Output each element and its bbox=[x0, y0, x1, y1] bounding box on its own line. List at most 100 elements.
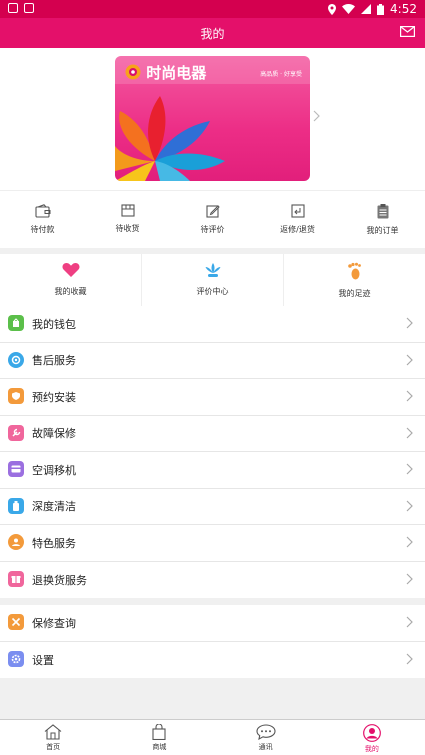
menu-label: 空调移机 bbox=[32, 463, 76, 477]
hand-icon bbox=[8, 534, 24, 550]
petal-graphic bbox=[115, 96, 225, 181]
brand-slogan: 高品质 · 好享受 bbox=[260, 71, 302, 78]
chevron-right-icon bbox=[406, 616, 413, 628]
footprint-icon bbox=[347, 262, 361, 280]
order-pending-receipt[interactable]: 待收货 bbox=[85, 191, 170, 248]
lotus-icon bbox=[205, 263, 220, 277]
card-icon bbox=[8, 461, 24, 477]
shortcut-reviews[interactable]: 评价中心 bbox=[142, 254, 284, 306]
order-all[interactable]: 我的订单 bbox=[340, 191, 425, 248]
tools-icon bbox=[8, 614, 24, 630]
banner-next-icon[interactable] bbox=[313, 110, 320, 122]
menu-returns[interactable]: 退换货服务 bbox=[0, 562, 425, 599]
edit-icon bbox=[205, 205, 220, 218]
tab-mine[interactable]: 我的 bbox=[319, 720, 425, 755]
tab-home[interactable]: 首页 bbox=[0, 720, 106, 755]
box-icon bbox=[120, 204, 135, 217]
tab-messages[interactable]: 通讯 bbox=[213, 720, 319, 755]
heart-icon bbox=[62, 263, 79, 277]
bag-icon bbox=[152, 724, 166, 740]
status-bar: 4:52 bbox=[0, 0, 425, 18]
chevron-right-icon bbox=[406, 463, 413, 475]
menu-label: 保修查询 bbox=[32, 616, 76, 630]
brand-name: 时尚电器 bbox=[125, 62, 206, 83]
menu-label: 设置 bbox=[32, 653, 54, 667]
battery-icon bbox=[377, 3, 385, 15]
order-return[interactable]: 返修/退货 bbox=[255, 191, 340, 248]
menu-repair[interactable]: 故障保修 bbox=[0, 416, 425, 452]
shortcut-label: 我的足迹 bbox=[338, 289, 371, 298]
page-title: 我的 bbox=[200, 27, 225, 41]
brand-text: 时尚电器 bbox=[146, 64, 207, 82]
signal-icon bbox=[361, 4, 372, 14]
wrench-icon bbox=[8, 424, 24, 441]
settings-menu: 保修查询 设置 bbox=[0, 605, 425, 678]
bottle-icon bbox=[8, 497, 24, 514]
location-icon bbox=[328, 3, 337, 15]
home-icon bbox=[44, 724, 62, 740]
chat-icon bbox=[256, 724, 276, 740]
menu-warranty-lookup[interactable]: 保修查询 bbox=[0, 605, 425, 642]
menu-label: 售后服务 bbox=[32, 354, 76, 368]
order-label: 返修/退货 bbox=[280, 225, 315, 234]
chevron-right-icon bbox=[406, 390, 413, 402]
notification-icons bbox=[8, 3, 34, 13]
chevron-right-icon bbox=[406, 500, 413, 511]
settings-icon bbox=[8, 650, 24, 667]
user-icon bbox=[362, 724, 381, 742]
menu-deep-cleaning[interactable]: 深度清洁 bbox=[0, 489, 425, 525]
order-label: 待付款 bbox=[30, 225, 55, 234]
clipboard-icon bbox=[377, 204, 388, 219]
menu-ac-relocation[interactable]: 空调移机 bbox=[0, 452, 425, 489]
mail-icon[interactable] bbox=[400, 26, 415, 37]
gear-icon bbox=[8, 351, 24, 368]
banner: 时尚电器 高品质 · 好享受 bbox=[0, 48, 425, 190]
chevron-right-icon bbox=[406, 317, 413, 329]
bottom-tab-bar: 首页 商城 通讯 我的 bbox=[0, 719, 425, 755]
service-menu: 我的钱包 售后服务 预约安装 故障保修 空调移机 深度清洁 特色服务 退换货服务 bbox=[0, 306, 425, 598]
order-shortcuts: 待付款 待收货 待评价 返修/退货 我的订单 bbox=[0, 190, 425, 248]
chevron-right-icon bbox=[406, 354, 413, 365]
chevron-right-icon bbox=[406, 536, 413, 548]
tab-label: 首页 bbox=[46, 743, 61, 751]
menu-settings[interactable]: 设置 bbox=[0, 642, 425, 679]
menu-label: 故障保修 bbox=[32, 427, 76, 441]
tab-label: 通讯 bbox=[258, 743, 273, 751]
header: 我的 bbox=[0, 18, 425, 48]
order-label: 待收货 bbox=[115, 224, 140, 233]
shield-icon bbox=[8, 388, 24, 404]
menu-label: 深度清洁 bbox=[32, 500, 76, 514]
shortcut-favorites[interactable]: 我的收藏 bbox=[0, 254, 142, 306]
notification-icon bbox=[8, 3, 18, 13]
quick-shortcuts: 我的收藏 评价中心 我的足迹 bbox=[0, 254, 425, 306]
chevron-right-icon bbox=[406, 427, 413, 438]
tab-label: 我的 bbox=[364, 745, 379, 753]
notification-icon bbox=[24, 3, 34, 13]
tab-mall[interactable]: 商城 bbox=[106, 720, 212, 755]
wallet-icon bbox=[34, 204, 50, 218]
gift-icon bbox=[8, 570, 24, 587]
order-pending-review[interactable]: 待评价 bbox=[170, 191, 255, 248]
logo-flower-icon bbox=[125, 64, 141, 80]
menu-wallet[interactable]: 我的钱包 bbox=[0, 306, 425, 343]
menu-label: 退换货服务 bbox=[32, 573, 87, 587]
brand-card[interactable]: 时尚电器 高品质 · 好享受 bbox=[115, 56, 310, 181]
menu-label: 预约安装 bbox=[32, 390, 76, 404]
menu-label: 我的钱包 bbox=[32, 317, 76, 331]
menu-installation[interactable]: 预约安装 bbox=[0, 379, 425, 416]
shortcut-label: 评价中心 bbox=[196, 287, 229, 296]
order-label: 待评价 bbox=[200, 225, 225, 234]
order-label: 我的订单 bbox=[366, 226, 399, 235]
chevron-right-icon bbox=[406, 653, 413, 664]
tab-label: 商城 bbox=[152, 743, 167, 751]
menu-after-sales[interactable]: 售后服务 bbox=[0, 343, 425, 379]
chevron-right-icon bbox=[406, 573, 413, 584]
shortcut-footprints[interactable]: 我的足迹 bbox=[284, 254, 425, 306]
return-icon bbox=[290, 204, 305, 218]
wifi-icon bbox=[342, 4, 356, 14]
wallet-icon bbox=[8, 315, 24, 331]
order-pending-payment[interactable]: 待付款 bbox=[0, 191, 85, 248]
menu-label: 特色服务 bbox=[32, 536, 76, 550]
menu-special-services[interactable]: 特色服务 bbox=[0, 525, 425, 562]
status-time: 4:52 bbox=[390, 2, 417, 16]
